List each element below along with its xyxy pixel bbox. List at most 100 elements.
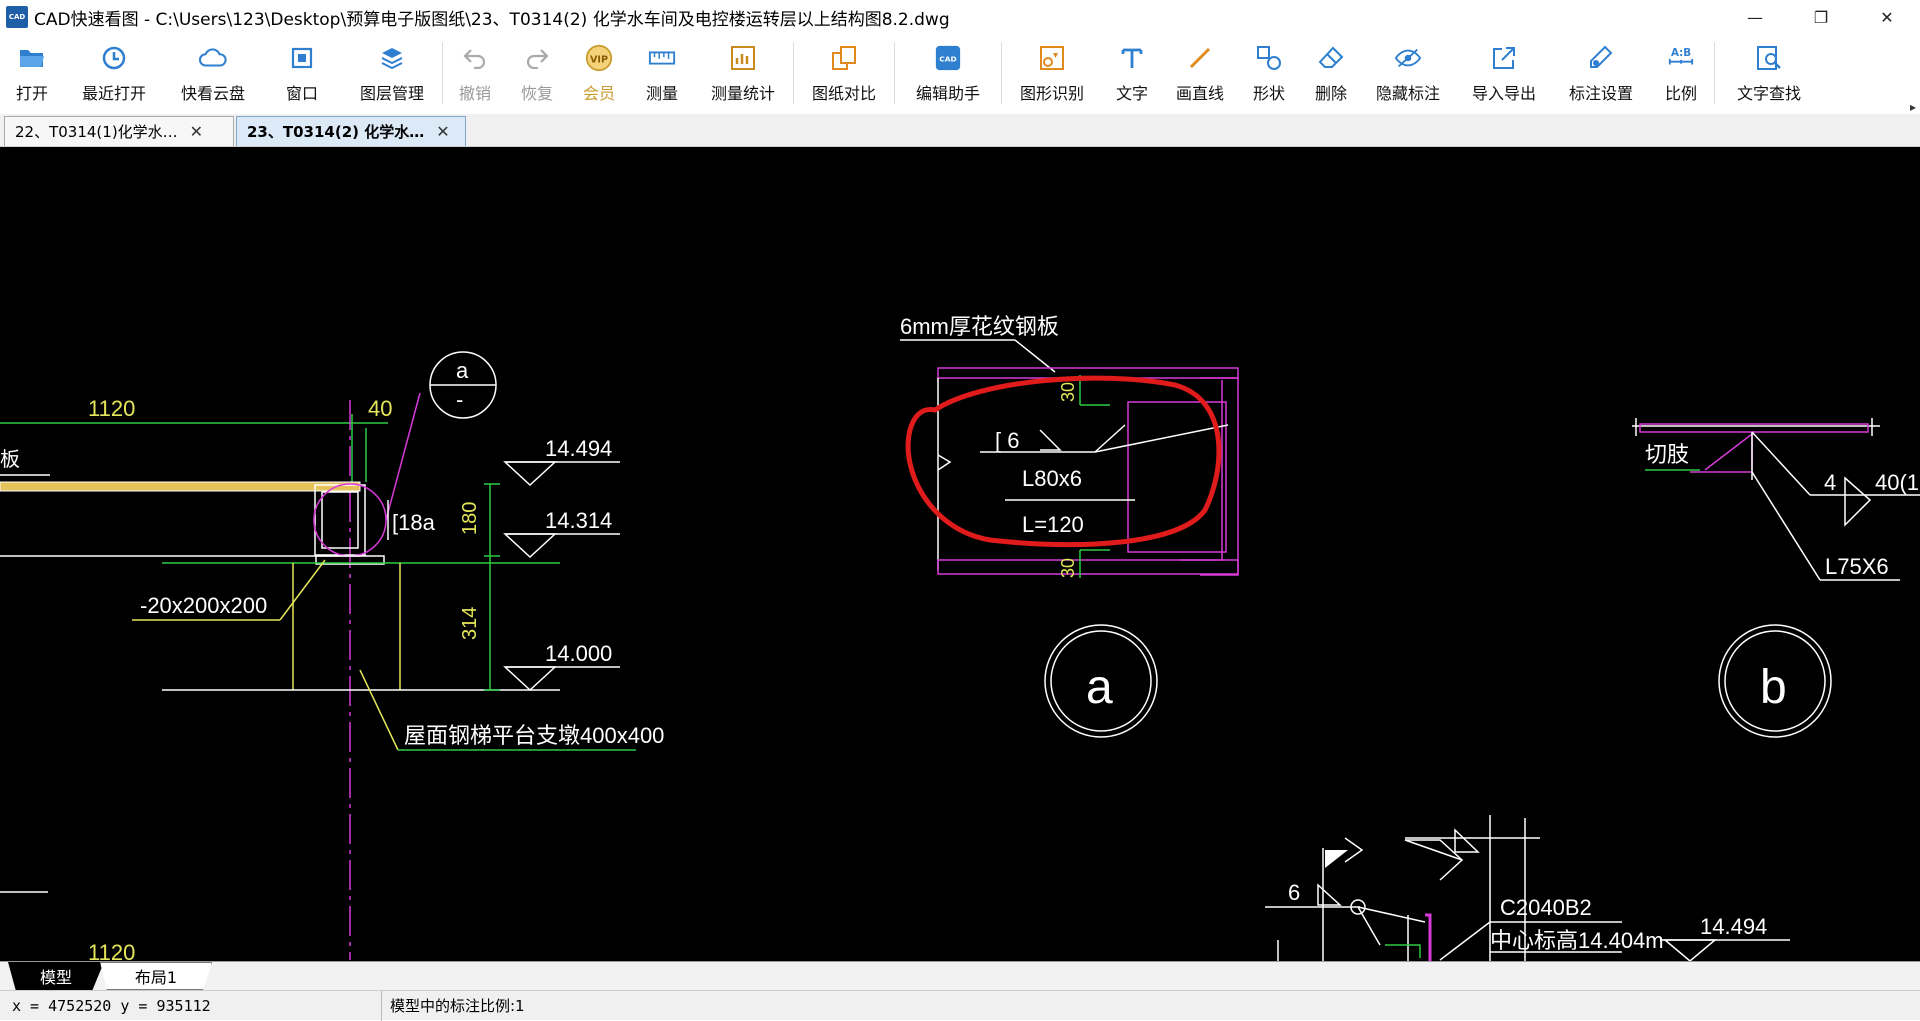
redo-icon bbox=[523, 44, 551, 72]
tab-document-22[interactable]: 22、T0314(1)化学水… ✕ bbox=[4, 116, 234, 146]
title-bar: CAD CAD快速看图 - C:\Users\123\Desktop\预算电子版… bbox=[0, 0, 1920, 34]
drawing-canvas[interactable]: 1120 40 板 a - [18a -20x200x200 屋面钢梯平台支墩4… bbox=[0, 147, 1920, 961]
eye-hidden-icon bbox=[1394, 44, 1422, 72]
import-export-label: 导入导出 bbox=[1471, 84, 1536, 103]
angle-L80-text: L80x6 bbox=[1022, 466, 1082, 491]
compare-label: 图纸对比 bbox=[811, 84, 876, 103]
tab-document-23[interactable]: 23、T0314(2) 化学水… ✕ bbox=[236, 116, 466, 146]
export-icon bbox=[1490, 44, 1518, 72]
undo-label: 撤销 bbox=[458, 84, 491, 103]
undo-button[interactable]: 撤销 bbox=[443, 34, 507, 112]
text-button[interactable]: 文字 bbox=[1102, 34, 1162, 112]
center-elev-text: 中心标高14.404m bbox=[1490, 928, 1664, 953]
bubble-a-top-text: a bbox=[456, 358, 469, 383]
toolbar-more-button[interactable]: ▸ bbox=[1910, 100, 1916, 114]
main-toolbar: 打开 最近打开 快看云盘 窗口 图层管理 撤销 恢复 VIP 会员 测量 测量统… bbox=[0, 34, 1920, 114]
top-plate-b bbox=[1639, 423, 1869, 433]
tab-close-icon[interactable]: ✕ bbox=[190, 122, 203, 141]
edit-helper-label: 编辑助手 bbox=[915, 84, 980, 103]
import-export-button[interactable]: 导入导出 bbox=[1454, 34, 1554, 112]
weld-40-text: 40(1 bbox=[1875, 470, 1919, 495]
layers-button[interactable]: 图层管理 bbox=[342, 34, 442, 112]
bottom-1120-text: 1120 bbox=[88, 940, 135, 961]
dim-40-text: 40 bbox=[368, 396, 392, 421]
purlin-text: C2040B2 bbox=[1500, 895, 1592, 920]
scale-ab-icon: A:B bbox=[1667, 44, 1695, 72]
dim-30-top-text: 30 bbox=[1058, 382, 1078, 402]
measure-stats-label: 测量统计 bbox=[710, 84, 775, 103]
vip-label: 会员 bbox=[582, 84, 615, 103]
text-t-icon bbox=[1118, 44, 1146, 72]
vip-icon: VIP bbox=[585, 44, 613, 72]
delete-button[interactable]: 删除 bbox=[1300, 34, 1362, 112]
window-label: 窗口 bbox=[285, 84, 318, 103]
edit-helper-button[interactable]: CAD 编辑助手 bbox=[895, 34, 1001, 112]
tab-layout1[interactable]: 布局1 bbox=[100, 962, 212, 990]
detail-b-drawing: 切肢 4 40(1 L75X6 b bbox=[1632, 418, 1920, 738]
checker-plate-text: 6mm厚花纹钢板 bbox=[900, 314, 1059, 339]
dim-314-text: 314 bbox=[459, 607, 481, 640]
pier-note-text: 屋面钢梯平台支墩400x400 bbox=[404, 723, 664, 748]
text-search-button[interactable]: 文字查找 bbox=[1715, 34, 1823, 112]
line-icon bbox=[1186, 44, 1214, 72]
ruler-icon bbox=[648, 44, 676, 72]
annotation-settings-label: 标注设置 bbox=[1568, 84, 1633, 103]
grating-plate bbox=[0, 481, 361, 492]
dim-1120-text: 1120 bbox=[88, 396, 135, 421]
draw-line-button[interactable]: 画直线 bbox=[1162, 34, 1238, 112]
folder-open-icon bbox=[18, 44, 46, 72]
elev-14494-text: 14.494 bbox=[545, 436, 612, 461]
vip-badge-text: VIP bbox=[590, 54, 608, 65]
shape-recognize-icon bbox=[1038, 44, 1066, 72]
dim-30-bottom-text: 30 bbox=[1058, 558, 1078, 578]
recent-label: 最近打开 bbox=[81, 84, 146, 103]
hide-annotation-button[interactable]: 隐藏标注 bbox=[1362, 34, 1454, 112]
tab-close-icon[interactable]: ✕ bbox=[436, 122, 449, 141]
dim-180-text: 180 bbox=[459, 502, 481, 535]
shape-recognize-label: 图形识别 bbox=[1019, 84, 1084, 103]
cad-edit-icon: CAD bbox=[934, 44, 962, 72]
window-controls: — ❐ ✕ bbox=[1722, 0, 1920, 34]
tab-label: 22、T0314(1)化学水… bbox=[15, 123, 178, 141]
cloud-button[interactable]: 快看云盘 bbox=[164, 34, 262, 112]
length-text: L=120 bbox=[1022, 512, 1084, 537]
left-section-drawing: 1120 40 板 a - [18a -20x200x200 屋面钢梯平台支墩4… bbox=[0, 351, 664, 961]
shape-recognize-button[interactable]: 图形识别 bbox=[1002, 34, 1102, 112]
shape-label: 形状 bbox=[1252, 84, 1285, 103]
draw-line-label: 画直线 bbox=[1175, 84, 1224, 103]
vip-button[interactable]: VIP 会员 bbox=[567, 34, 631, 112]
compare-icon bbox=[830, 44, 858, 72]
window-title: CAD快速看图 - C:\Users\123\Desktop\预算电子版图纸\2… bbox=[34, 9, 950, 30]
status-bar: x = 4752520 y = 935112 模型中的标注比例:1 bbox=[0, 990, 1920, 1021]
measure-button[interactable]: 测量 bbox=[631, 34, 693, 112]
layers-icon bbox=[378, 44, 406, 72]
cloud-label: 快看云盘 bbox=[180, 84, 245, 103]
elev-14000-text: 14.000 bbox=[545, 641, 612, 666]
maximize-button[interactable]: ❐ bbox=[1788, 0, 1854, 34]
shape-button[interactable]: 形状 bbox=[1238, 34, 1300, 112]
window-icon bbox=[288, 44, 316, 72]
scale-label: 比例 bbox=[1664, 84, 1697, 103]
undo-icon bbox=[461, 44, 489, 72]
annotation-settings-button[interactable]: 标注设置 bbox=[1554, 34, 1648, 112]
weld-6b-text: 6 bbox=[1288, 880, 1300, 905]
window-menu-button[interactable]: 窗口 bbox=[262, 34, 342, 112]
bottom-right-drawing: 6 C2040B2 中心标高14.404m 14.494 bbox=[1265, 815, 1790, 961]
cut-limb-text: 切肢 bbox=[1645, 442, 1689, 467]
open-button[interactable]: 打开 bbox=[0, 34, 64, 112]
layout-tab-bar: 模型 布局1 bbox=[0, 961, 1920, 990]
close-button[interactable]: ✕ bbox=[1854, 0, 1920, 34]
eraser-icon bbox=[1317, 44, 1345, 72]
redo-button[interactable]: 恢复 bbox=[507, 34, 567, 112]
delete-label: 删除 bbox=[1314, 84, 1347, 103]
measure-stats-button[interactable]: 测量统计 bbox=[693, 34, 793, 112]
coordinate-readout: x = 4752520 y = 935112 bbox=[0, 990, 382, 1021]
scale-button[interactable]: A:B 比例 bbox=[1648, 34, 1714, 112]
minimize-button[interactable]: — bbox=[1722, 0, 1788, 34]
app-logo-icon: CAD bbox=[6, 6, 28, 28]
plate-text: -20x200x200 bbox=[140, 593, 267, 618]
angle-L75-text: L75X6 bbox=[1825, 554, 1889, 579]
tab-model[interactable]: 模型 bbox=[8, 962, 104, 990]
recent-button[interactable]: 最近打开 bbox=[64, 34, 164, 112]
compare-button[interactable]: 图纸对比 bbox=[794, 34, 894, 112]
